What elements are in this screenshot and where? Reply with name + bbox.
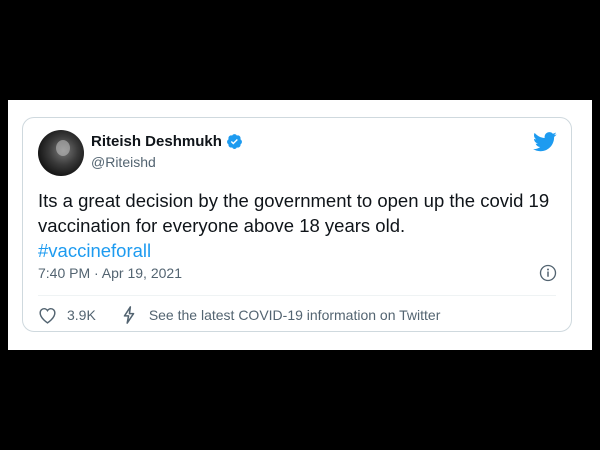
avatar[interactable] xyxy=(38,130,84,176)
tweet-text: Its a great decision by the government t… xyxy=(38,190,550,236)
author-row: Riteish Deshmukh xyxy=(91,133,243,150)
twitter-bird-icon[interactable] xyxy=(533,132,557,152)
lightning-bolt-icon xyxy=(123,306,135,324)
tweet-card[interactable]: Riteish Deshmukh @Riteishd Its a great d… xyxy=(22,117,572,332)
covid-info-link[interactable]: See the latest COVID-19 information on T… xyxy=(149,307,441,323)
like-count[interactable]: 3.9K xyxy=(67,307,96,323)
timestamp[interactable]: 7:40 PM · Apr 19, 2021 xyxy=(38,265,182,281)
heart-icon[interactable] xyxy=(38,307,57,324)
tweet-text-block: Its a great decision by the government t… xyxy=(38,188,558,263)
info-icon[interactable] xyxy=(539,264,557,282)
screenshot-frame: Riteish Deshmukh @Riteishd Its a great d… xyxy=(8,100,592,350)
hashtag-link[interactable]: #vaccineforall xyxy=(38,238,558,263)
divider xyxy=(38,295,556,296)
author-name[interactable]: Riteish Deshmukh xyxy=(91,133,222,150)
verified-badge-icon xyxy=(226,134,242,149)
tweet-actions: 3.9K See the latest COVID-19 information… xyxy=(38,306,558,324)
author-handle[interactable]: @Riteishd xyxy=(91,154,156,170)
